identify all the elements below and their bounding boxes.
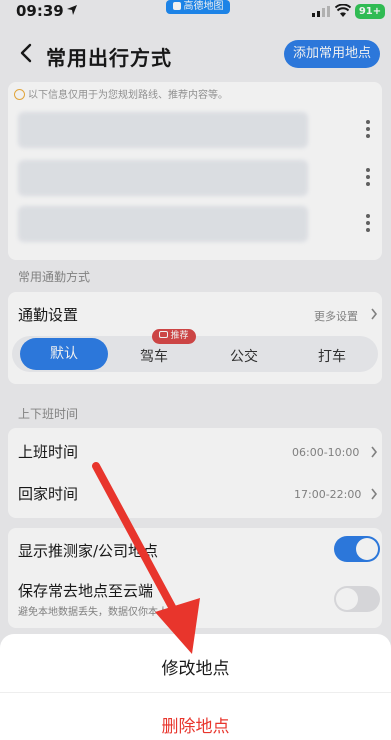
delete-place-button[interactable]: 删除地点 (0, 712, 391, 737)
edit-place-button[interactable]: 修改地点 (0, 654, 391, 679)
modal-backdrop[interactable] (0, 0, 391, 740)
divider (0, 692, 391, 693)
